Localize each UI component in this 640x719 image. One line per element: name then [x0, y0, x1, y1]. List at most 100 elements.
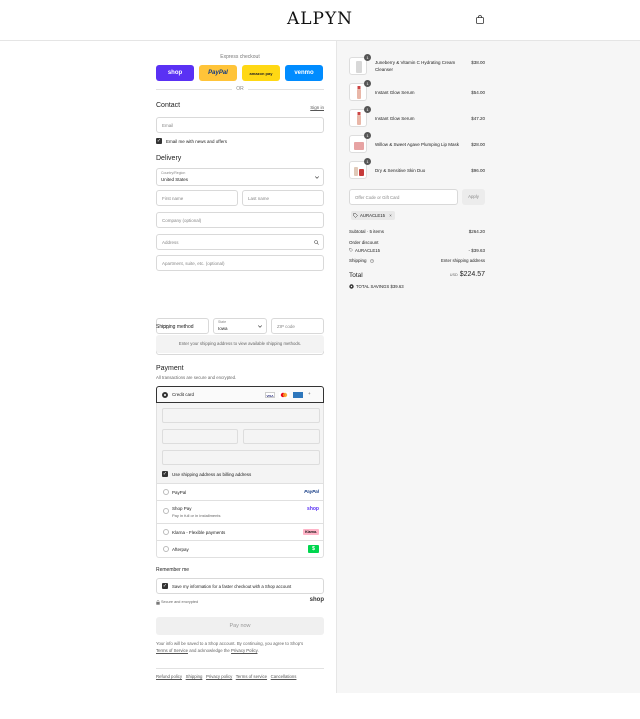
paypal-option[interactable]: PayPal PayPal: [156, 484, 324, 501]
quantity-badge: 1: [364, 106, 371, 113]
total-savings: TOTAL SAVINGS $39.63: [356, 284, 404, 289]
pay-now-button[interactable]: Pay now: [156, 617, 324, 635]
afterpay-radio[interactable]: [163, 546, 169, 552]
quantity-badge: 1: [364, 132, 371, 139]
cancellations-link[interactable]: Cancellations: [271, 674, 297, 679]
item-name: Juneberry & Vitamin C Hydrating Cream Cl…: [375, 60, 456, 72]
total-row: USD $224.57: [450, 271, 485, 278]
discount-code: AURACLE15: [360, 213, 386, 218]
amex-icon: [293, 392, 303, 398]
first-name-field[interactable]: First name: [156, 190, 238, 206]
brand-logo[interactable]: ALPYN: [0, 9, 640, 29]
header: ALPYN: [0, 0, 640, 41]
apartment-field[interactable]: Apartment, suite, etc. (optional): [156, 255, 324, 271]
mastercard-icon: [279, 392, 289, 398]
country-select[interactable]: Country/Region United States: [156, 168, 324, 186]
zip-field[interactable]: ZIP code: [271, 318, 324, 334]
quantity-badge: 1: [364, 80, 371, 87]
item-name: Willow & Sweet Agave Plumping Lip Mask: [375, 142, 460, 147]
shopping-bag-icon[interactable]: [476, 15, 484, 24]
company-field[interactable]: Company (optional): [156, 212, 324, 228]
apply-button[interactable]: Apply: [462, 189, 485, 205]
subtotal-label: Subtotal · 5 items: [349, 229, 385, 234]
news-checkbox[interactable]: ✓: [156, 138, 162, 144]
discount-placeholder: Offer Code or Gift Card: [355, 195, 400, 200]
legal-intro: Your info will be saved to a Shop accoun…: [156, 641, 304, 646]
save-info-checkbox[interactable]: ✓: [162, 583, 168, 589]
shop-pay-radio[interactable]: [163, 508, 169, 514]
apartment-placeholder: Apartment, suite, etc. (optional): [162, 261, 225, 266]
shop-pay-option[interactable]: Shop Pay Pay in full or in installments …: [156, 501, 324, 524]
quantity-badge: 1: [364, 158, 371, 165]
shop-pay-label: Shop Pay: [172, 506, 192, 511]
country-label: Country/Region: [161, 171, 186, 175]
company-placeholder: Company (optional): [162, 218, 202, 223]
card-number-field[interactable]: [162, 408, 320, 423]
or-separator: OR: [236, 86, 244, 92]
address-field[interactable]: Address: [156, 234, 324, 250]
privacy-link[interactable]: Privacy Policy: [231, 648, 257, 653]
remember-box[interactable]: ✓ Save my information for a faster check…: [156, 578, 324, 594]
legal-dot: .: [257, 648, 259, 653]
help-icon[interactable]: ?: [370, 259, 374, 263]
terms-of-service-link[interactable]: Terms of service: [236, 674, 267, 679]
contact-title: Contact: [156, 102, 181, 109]
email-field[interactable]: Email: [156, 117, 324, 133]
savings-value: $39.63: [390, 284, 404, 289]
subtotal-value: $264.20: [468, 229, 485, 234]
payment-subtitle: All transactions are secure and encrypte…: [156, 375, 237, 380]
last-name-field[interactable]: Last name: [242, 190, 324, 206]
shipping-method-title: Shipping method: [156, 324, 194, 330]
quantity-badge: 1: [364, 54, 371, 61]
total-label: Total: [349, 272, 363, 279]
amazon-pay-button[interactable]: amazon pay: [242, 65, 280, 81]
credit-card-radio[interactable]: [162, 392, 168, 398]
applied-code: AURACLE15: [355, 248, 381, 253]
terms-link[interactable]: Terms of Service: [156, 648, 188, 653]
shop-pay-button[interactable]: shop: [156, 65, 194, 81]
discount-value: - $39.63: [468, 248, 485, 253]
discount-code-input[interactable]: Offer Code or Gift Card: [349, 189, 458, 205]
more-cards-indicator: +: [308, 391, 311, 396]
shipping-policy-link[interactable]: Shipping: [186, 674, 203, 679]
item-price: $96.00: [471, 168, 485, 173]
delivery-title: Delivery: [156, 155, 182, 162]
expiry-field[interactable]: [162, 429, 238, 444]
email-placeholder: Email: [162, 123, 174, 128]
shop-pay-sub: Pay in full or in installments: [172, 513, 221, 518]
shop-pay-logo: shop: [307, 506, 319, 512]
footer-links: Refund policy Shipping Privacy policy Te…: [156, 674, 324, 679]
paypal-radio[interactable]: [163, 489, 169, 495]
billing-checkbox[interactable]: ✓: [162, 471, 168, 477]
save-info-label: Save my information for a faster checkou…: [172, 584, 292, 589]
klarna-label: Klarna - Flexible payments: [172, 530, 226, 535]
afterpay-logo: $: [308, 545, 319, 553]
visa-icon: VISA: [265, 392, 275, 398]
klarna-option[interactable]: Klarna - Flexible payments Klarna.: [156, 524, 324, 541]
klarna-radio[interactable]: [163, 529, 169, 535]
credit-card-label: Credit card: [172, 392, 195, 397]
tag-icon: [353, 213, 358, 218]
item-name: Dry & Sensitive Skin Duo: [375, 168, 426, 173]
total-value: $224.57: [459, 271, 485, 278]
first-name-placeholder: First name: [162, 196, 184, 201]
paypal-button[interactable]: PayPal: [199, 65, 237, 81]
currency-code: USD: [449, 273, 458, 277]
chevron-down-icon: [315, 176, 319, 179]
credit-card-option[interactable]: Credit card VISA +: [156, 386, 324, 403]
state-select[interactable]: State Iowa: [213, 318, 267, 334]
remove-code-button[interactable]: ×: [389, 213, 392, 218]
sign-in-link[interactable]: Sign in: [310, 105, 324, 110]
venmo-button[interactable]: venmo: [285, 65, 323, 81]
paypal-logo: PayPal: [304, 489, 319, 494]
tag-icon: [349, 248, 353, 252]
security-code-field[interactable]: [243, 429, 320, 444]
news-label: Email me with news and offers: [166, 139, 227, 144]
item-price: $38.00: [471, 60, 485, 65]
refund-policy-link[interactable]: Refund policy: [156, 674, 182, 679]
search-icon: [314, 240, 319, 245]
afterpay-option[interactable]: Afterpay $: [156, 541, 324, 558]
privacy-policy-link[interactable]: Privacy policy: [206, 674, 232, 679]
name-on-card-field[interactable]: [162, 450, 320, 465]
shipping-value: Enter shipping address: [441, 258, 485, 263]
